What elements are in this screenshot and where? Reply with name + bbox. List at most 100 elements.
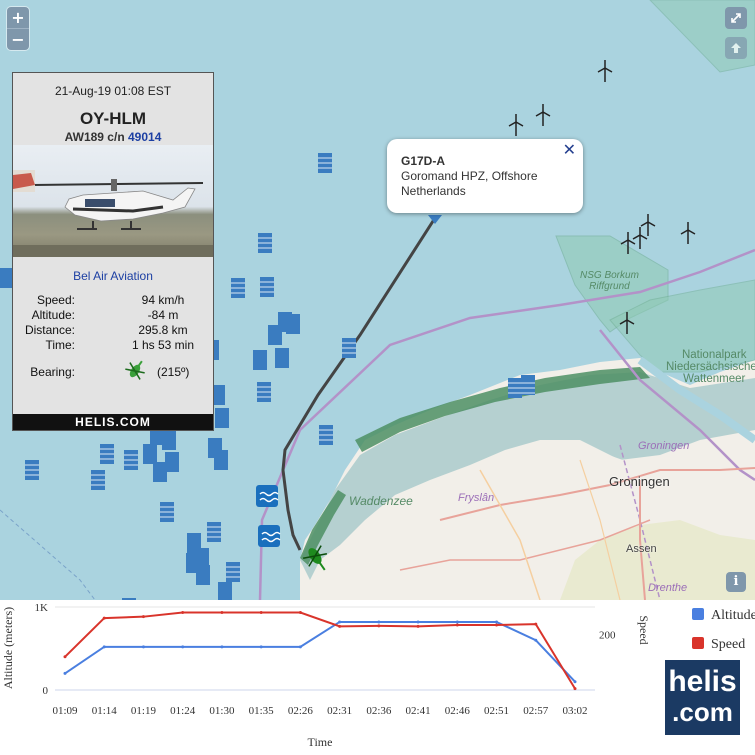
fullscreen-button[interactable] [725, 7, 747, 29]
series-point-speed [63, 655, 67, 659]
series-point-speed [259, 611, 263, 615]
bearing-label: Bearing: [30, 365, 75, 379]
series-point-altitude [338, 620, 342, 624]
legend-swatch-speed [692, 637, 704, 649]
x-tick-label: 02:46 [445, 705, 471, 717]
right-tick-label: 200 [599, 630, 616, 642]
popup-line-1: Goromand HPZ, Offshore [401, 169, 538, 183]
series-point-altitude [534, 638, 538, 642]
series-point-speed [141, 615, 145, 619]
x-tick-label: 01:35 [249, 705, 275, 717]
left-axis-title: Altitude (meters) [1, 607, 15, 689]
card-datetime: 21-Aug-19 01:08 EST [54, 84, 172, 98]
legend-label-speed: Speed [711, 637, 745, 652]
map-info-button[interactable]: i [726, 572, 746, 592]
series-point-altitude [63, 671, 67, 675]
speed-value: 94 km/h [141, 293, 185, 307]
series-point-speed [455, 623, 459, 627]
x-tick-label: 01:30 [209, 705, 235, 717]
close-icon[interactable]: ✕ [563, 140, 576, 159]
up-arrow-icon [731, 43, 741, 53]
card-registration: OY-HLM [79, 109, 147, 128]
series-point-speed [534, 622, 538, 626]
helicopter-photo [13, 145, 213, 257]
bearing-value: (215º) [157, 365, 190, 379]
altitude-label: Altitude: [31, 308, 75, 322]
series-point-altitude [141, 645, 145, 649]
series-point-speed [102, 616, 106, 620]
helicopter-bearing-icon [123, 359, 147, 386]
time-label: Time: [45, 338, 75, 352]
left-tick-label: 1K [35, 602, 49, 614]
right-axis-title: Speed [637, 615, 651, 644]
logo-line-1: helis [668, 665, 737, 698]
zoom-out-button[interactable]: − [7, 28, 29, 50]
series-point-speed [181, 611, 185, 615]
x-tick-label: 01:24 [170, 705, 196, 717]
card-cn-link[interactable]: 49014 [128, 130, 161, 144]
label-assen: Assen [626, 543, 657, 555]
label-groningen-province: Groningen [638, 440, 690, 452]
x-tick-label: 02:31 [327, 705, 352, 717]
series-point-altitude [455, 620, 459, 624]
series-point-speed [298, 611, 302, 615]
x-tick-label: 02:41 [406, 705, 431, 717]
card-footer-brand[interactable]: HELIS.COM [13, 414, 213, 430]
x-tick-label: 01:09 [52, 705, 78, 717]
popup-title: G17D-A [401, 154, 446, 168]
locate-button[interactable] [725, 37, 747, 59]
series-line-altitude [64, 620, 576, 683]
label-waddenzee: Waddenzee [349, 494, 413, 508]
series-point-altitude [573, 680, 577, 684]
legend-swatch-altitude [692, 608, 704, 620]
series-point-speed [416, 624, 420, 628]
x-tick-label: 02:57 [523, 705, 549, 717]
map[interactable]: + − i NSG Borkum Riffgrund Nationalpark … [0, 0, 755, 600]
x-tick-label: 02:51 [484, 705, 509, 717]
series-line-speed [64, 611, 576, 690]
chart-svg: 1K 0 200 01:09 01:14 01:19 01:24 01:30 01:35 02:2… [1, 602, 755, 749]
expand-icon [731, 13, 741, 23]
popup-line-2: Netherlands [401, 184, 466, 198]
x-tick-label: 01:19 [131, 705, 157, 717]
label-drenthe: Drenthe [648, 582, 688, 594]
series-point-altitude [495, 620, 499, 624]
zoom-in-button[interactable]: + [7, 7, 29, 28]
time-value: 1 hs 53 min [131, 338, 195, 352]
series-point-altitude [416, 620, 420, 624]
altitude-speed-chart: 1K 0 200 01:09 01:14 01:19 01:24 01:30 01:35 02:2… [0, 600, 755, 750]
distance-label: Distance: [24, 323, 75, 337]
label-fryslan: Fryslân [458, 492, 495, 504]
altitude-value: -84 m [147, 308, 179, 322]
location-popup: G17D-A Goromand HPZ, Offshore Netherland… [387, 139, 583, 213]
card-operator[interactable]: Bel Air Aviation [13, 269, 213, 283]
x-tick-label: 01:14 [92, 705, 118, 717]
series-point-speed [338, 624, 342, 628]
series-point-altitude [181, 645, 185, 649]
distance-value: 295.8 km [138, 323, 188, 337]
label-groningen-city: Groningen [609, 474, 670, 489]
series-point-speed [495, 623, 499, 627]
x-tick-label: 03:02 [562, 705, 587, 717]
card-type-prefix: AW189 c/n [64, 130, 125, 144]
left-tick-label: 0 [43, 685, 49, 697]
series-point-altitude [259, 645, 263, 649]
series-point-altitude [298, 645, 302, 649]
speed-label: Speed: [36, 293, 75, 307]
series-point-speed [377, 624, 381, 628]
helis-logo[interactable]: helis .com [665, 660, 740, 735]
legend-label-altitude: Altitude [711, 608, 755, 623]
series-point-speed [573, 687, 577, 691]
logo-line-2: .com [672, 697, 733, 727]
card-type: AW189 c/n 49014 [13, 130, 213, 144]
aircraft-info-card: 21-Aug-19 01:08 EST OY-HLM AW189 c/n 490… [12, 72, 214, 431]
x-axis-title: Time [308, 735, 333, 749]
series-point-altitude [377, 620, 381, 624]
series-point-speed [220, 611, 224, 615]
label-nationalpark: Nationalpark Niedersächsisches Wattenmee… [666, 349, 755, 385]
zoom-control: + − [7, 7, 29, 50]
x-tick-label: 02:36 [366, 705, 392, 717]
series-point-altitude [102, 645, 106, 649]
series-point-altitude [220, 645, 224, 649]
label-nsg-borkum: NSG Borkum Riffgrund [580, 270, 639, 292]
